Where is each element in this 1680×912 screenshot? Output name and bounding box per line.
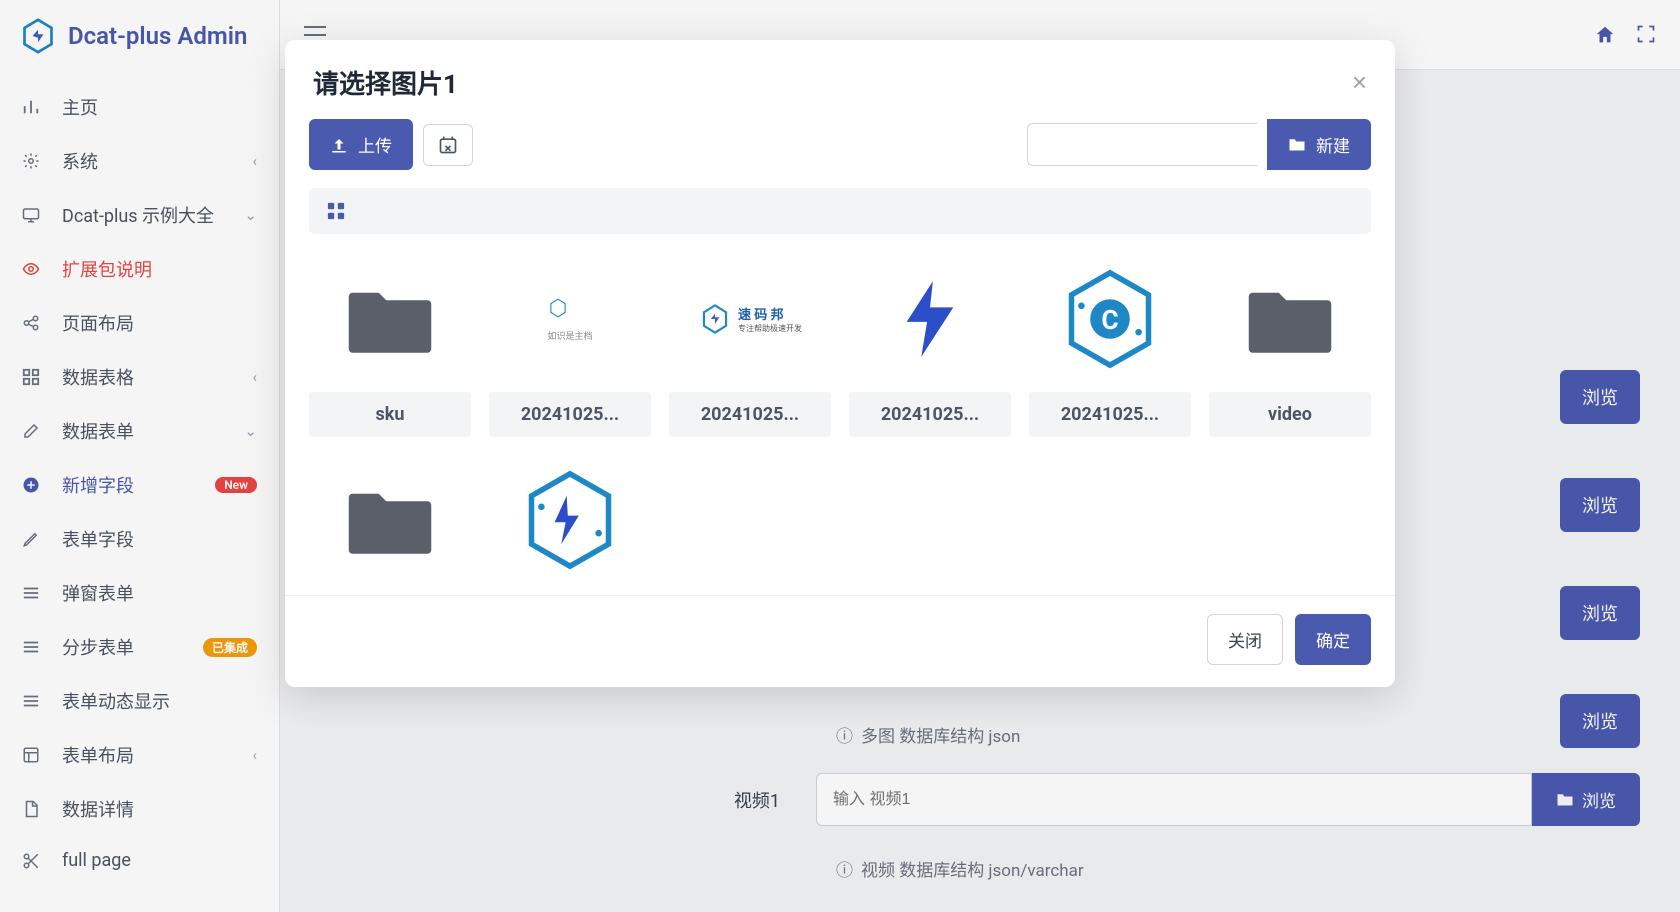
file-name: sku [309,392,471,437]
folder-icon [315,254,465,384]
file-item-5[interactable]: video [1209,254,1371,437]
modal-toolbar: 上传 新建 [285,119,1395,188]
search-input[interactable] [1027,123,1257,166]
file-item-1[interactable]: 如识是主档 20241025... [489,254,651,437]
file-item-2[interactable]: 速 码 邦专注帮助极速开发 20241025... [669,254,831,437]
file-grid: sku 如识是主档 20241025... 速 码 邦专注帮助极速开发 20241025… [285,234,1395,595]
modal-footer: 关闭 确定 [285,595,1395,687]
folder-icon [1215,254,1365,384]
modal-header: 请选择图片1 × [285,40,1395,119]
file-item-0[interactable]: sku [309,254,471,437]
file-item-7[interactable] [489,455,651,585]
modal-overlay[interactable]: 请选择图片1 × 上传 新建 sku如识是主档20241025...速 码 邦专… [0,0,1680,912]
file-name: 20241025... [1029,392,1191,437]
file-item-4[interactable]: C 20241025... [1029,254,1191,437]
image-thumbnail: 速 码 邦专注帮助极速开发 [675,254,825,384]
modal: 请选择图片1 × 上传 新建 sku如识是主档20241025...速 码 邦专… [285,40,1395,687]
calendar-delete-button[interactable] [423,124,473,166]
file-name: 20241025... [489,392,651,437]
modal-close-button[interactable]: × [1352,67,1367,98]
upload-button[interactable]: 上传 [309,119,413,170]
svg-text:C: C [1101,306,1118,336]
grid-view-icon[interactable] [327,202,345,220]
modal-title: 请选择图片1 [313,64,458,101]
file-name: 20241025... [669,392,831,437]
file-item-3[interactable]: 20241025... [849,254,1011,437]
image-thumbnail: 如识是主档 [495,254,645,384]
new-folder-button[interactable]: 新建 [1267,119,1371,170]
image-thumbnail: C [1035,254,1185,384]
file-item-6[interactable] [309,455,471,585]
image-thumbnail [495,455,645,585]
image-thumbnail [855,254,1005,384]
confirm-button[interactable]: 确定 [1295,614,1371,665]
folder-icon [315,455,465,585]
file-name: video [1209,392,1371,437]
breadcrumb-bar [309,188,1371,234]
close-button[interactable]: 关闭 [1207,614,1283,665]
file-name: 20241025... [849,392,1011,437]
